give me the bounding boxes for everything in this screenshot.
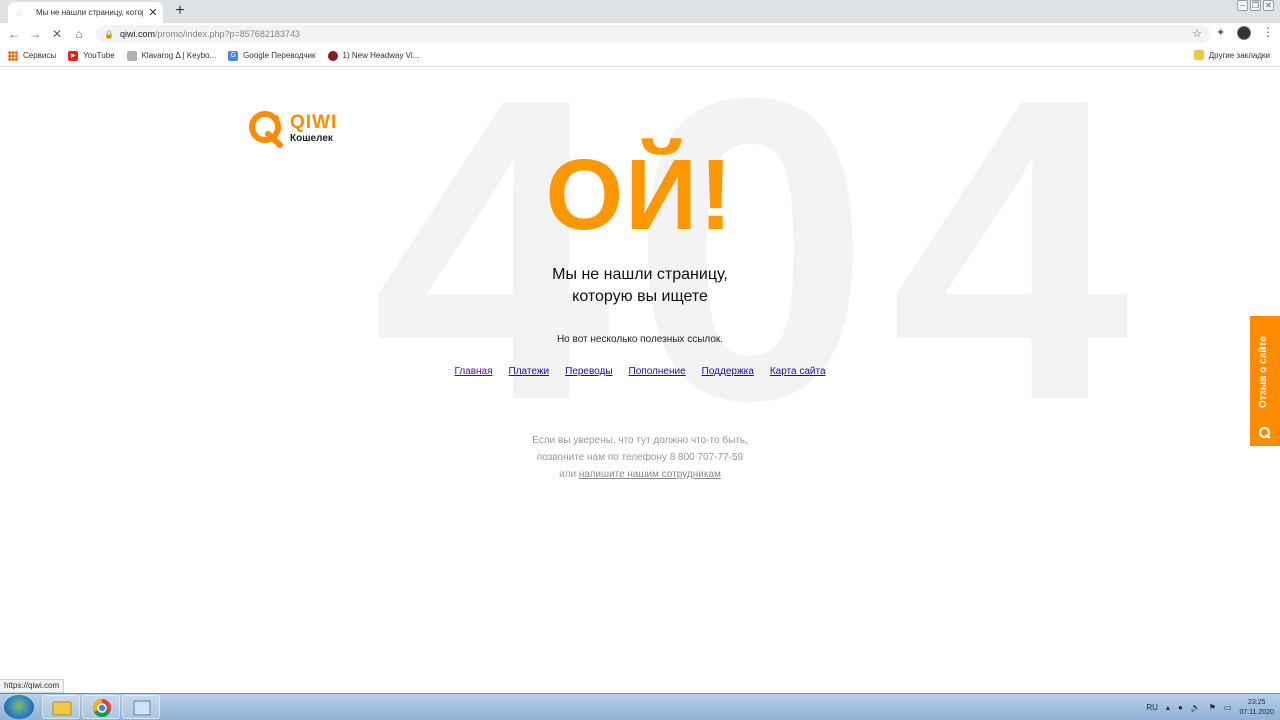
bookmark-klavarog[interactable]: Klavarog Δ | Keybo... [126,50,217,61]
new-tab-button[interactable]: + [172,3,188,19]
taskbar: RU ▴ ● 🔈 ⚑ ▭ 23:25 07.11.2020 [0,693,1280,720]
clock-time: 23:25 [1247,698,1266,706]
bookmark-google-translate[interactable]: G Google Переводчик [228,50,316,61]
page-content: 404 QIWI Кошелек ОЙ! Мы не нашли страниц… [0,68,1280,693]
link-payments[interactable]: Платежи [509,366,550,377]
show-hidden-icons-icon[interactable]: ▴ [1166,703,1170,712]
bookmarks-bar: Сервисы ▶ YouTube Klavarog Δ | Keybo... G… [0,45,1280,67]
youtube-icon: ▶ [68,50,79,61]
contact-line-3: или напишите нашим сотрудникам [0,466,1280,483]
headway-icon [327,50,338,61]
link-support[interactable]: Поддержка [702,366,754,377]
tab-title: Мы не нашли страницу, которую [36,8,143,17]
address-bar[interactable]: 🔒 qiwi.com/promo/index.php?p=85768218374… [96,25,1210,43]
back-icon[interactable]: ← [6,26,22,42]
klavarog-icon [126,50,137,61]
logo-name: QIWI [290,111,338,133]
stop-loading-icon[interactable]: ✕ [49,26,65,42]
bookmark-label: Google Переводчик [243,51,316,60]
forward-icon[interactable]: → [27,26,43,42]
link-sitemap[interactable]: Карта сайта [770,366,826,377]
other-bookmarks-label: Другие закладки [1208,50,1270,60]
url-path: /promo/index.php?p=857682183743 [154,29,300,39]
status-bubble: https://qiwi.com [0,679,65,693]
link-home[interactable]: Главная [454,366,492,377]
contact-line-2: позвоните нам по телефону 8 800 707-77-5… [536,452,744,463]
other-bookmarks[interactable]: Другие закладки [1193,50,1270,60]
browser-toolbar: ← → ✕ ⌂ 🔒 qiwi.com/promo/index.php?p=857… [0,23,1280,45]
useful-links-text: Но вот несколько полезных ссылок. [556,334,724,345]
bookmark-services[interactable]: Сервисы [8,50,57,61]
close-tab-icon[interactable]: ✕ [147,7,159,19]
url-host: qiwi.com [119,29,155,39]
bookmark-label: 1) New Headway Vi... [342,51,420,60]
chrome-taskbar-icon[interactable] [82,695,120,719]
home-icon[interactable]: ⌂ [71,26,87,42]
clock-date: 07.11.2020 [1239,708,1274,716]
feedback-label: Отзыв о сайте [1258,336,1269,408]
window-controls: – ❐ ✕ [1237,0,1274,11]
bookmark-label: Сервисы [23,51,57,60]
error-headline: Мы не нашли страницу, которую вы ищете [0,264,1280,308]
lock-icon[interactable]: 🔒 [104,30,114,39]
bookmark-star-icon[interactable]: ☆ [1192,27,1202,40]
apps-grid-icon [8,50,18,61]
contact-info: Если вы уверены, что тут должно что-то б… [0,432,1280,483]
browser-tab[interactable]: ◌ Мы не нашли страницу, которую ✕ [8,2,163,23]
profile-avatar[interactable] [1237,26,1251,40]
feedback-tab[interactable]: Отзыв о сайте [1250,316,1280,446]
chat-icon [1258,426,1271,439]
explorer-taskbar-icon[interactable] [42,695,80,719]
google-translate-icon: G [228,50,239,61]
tab-strip: ◌ Мы не нашли страницу, которую ✕ + – ❐ … [0,0,1280,23]
link-topup[interactable]: Пополнение [629,366,686,377]
contact-line-1: Если вы уверены, что тут должно что-то б… [532,435,748,446]
link-transfers[interactable]: Переводы [565,366,612,377]
headline-line-2: которую вы ищете [572,288,708,305]
volume-icon[interactable]: 🔈 [1191,703,1201,712]
contact-prefix: или [559,469,579,480]
start-button[interactable] [4,695,34,719]
menu-dots-icon[interactable]: ⋮ [1262,25,1274,39]
close-window-button[interactable]: ✕ [1263,0,1274,11]
extensions-icon[interactable]: ✦ [1216,26,1225,39]
useful-links: Главная Платежи Переводы Пополнение Подд… [0,366,1280,377]
bookmark-headway[interactable]: 1) New Headway Vi... [327,50,420,61]
bookmark-label: Klavarog Δ | Keybo... [141,51,217,60]
network-icon[interactable]: ▭ [1224,703,1232,712]
maximize-button[interactable]: ❐ [1250,0,1261,11]
minimize-button[interactable]: – [1237,0,1248,11]
record-icon[interactable]: ● [1178,703,1183,712]
contact-staff-link[interactable]: напишите нашим сотрудникам [579,469,721,480]
loading-icon: ◌ [16,7,22,18]
flag-icon[interactable]: ⚑ [1209,703,1216,712]
bookmark-label: YouTube [83,51,115,60]
oops-heading: ОЙ! [545,139,735,251]
language-indicator[interactable]: RU [1146,703,1158,712]
notepad-taskbar-icon[interactable] [122,695,160,719]
clock[interactable]: 23:25 07.11.2020 [1239,698,1274,718]
headline-line-1: Мы не нашли страницу, [552,266,728,283]
bookmark-youtube[interactable]: ▶ YouTube [68,50,115,61]
system-tray: RU ▴ ● 🔈 ⚑ ▭ 23:25 07.11.2020 [1146,694,1280,720]
folder-icon [1193,50,1204,60]
